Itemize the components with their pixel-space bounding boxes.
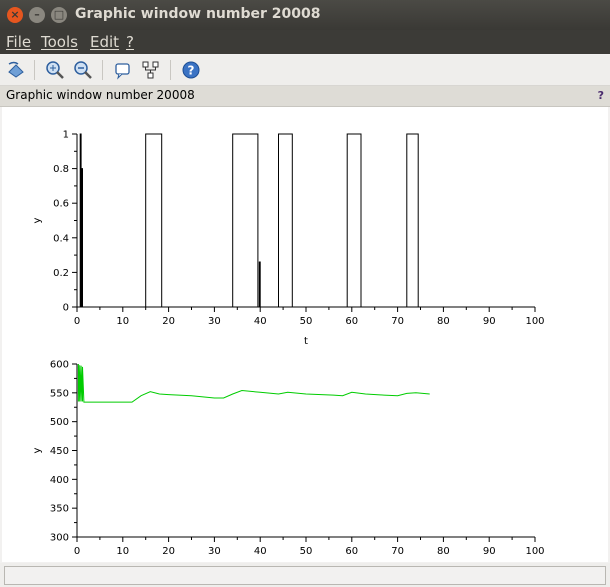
toolbar-separator (34, 60, 35, 80)
y-tick-label: 350 (50, 504, 69, 515)
x-tick-label: 90 (483, 316, 496, 327)
y-tick-label: 0 (63, 303, 69, 314)
help-icon[interactable]: ? (181, 60, 201, 80)
x-tick-label: 70 (391, 316, 404, 327)
menu-edit[interactable]: Edit (90, 33, 119, 51)
y-tick-label: 500 (50, 417, 69, 428)
menu-file[interactable]: File (6, 33, 31, 51)
x-tick-label: 20 (162, 546, 175, 557)
status-field (4, 566, 606, 585)
x-tick-label: 50 (300, 546, 313, 557)
x-tick-label: 60 (345, 316, 358, 327)
x-axis-label: t (304, 336, 308, 347)
x-tick-label: 40 (254, 546, 267, 557)
menu-tools[interactable]: Tools (41, 33, 78, 51)
x-tick-label: 80 (437, 546, 450, 557)
svg-text:?: ? (188, 64, 195, 78)
y-tick-label: 1 (63, 130, 69, 141)
zoom-out-icon[interactable] (73, 60, 93, 80)
y-tick-label: 0.8 (53, 164, 69, 175)
x-tick-label: 70 (391, 546, 404, 557)
x-tick-label: 30 (208, 316, 221, 327)
toolbar-separator (102, 60, 103, 80)
title-bar: × – □ Graphic window number 20008 (0, 0, 610, 30)
plots-svg: 0 10 20 30 40 50 60 70 80 90 10000.20.40.60.81ty 0… (32, 130, 545, 558)
status-bar (0, 563, 610, 587)
x-tick-label: 10 (116, 546, 129, 557)
figure-info-text: Graphic window number 20008 (6, 88, 195, 102)
y-tick-label: 300 (50, 533, 69, 544)
y-tick-label: 450 (50, 446, 69, 457)
y-tick-label: 550 (50, 388, 69, 399)
menu-bar: File Tools Edit ? (0, 30, 610, 54)
x-tick-label: 0 (74, 546, 80, 557)
x-tick-label: 30 (208, 546, 221, 557)
x-tick-label: 0 (74, 316, 80, 327)
x-tick-label: 100 (525, 546, 544, 557)
series-line (77, 133, 535, 308)
x-tick-label: 20 (162, 316, 175, 327)
rotate-icon[interactable] (6, 60, 26, 80)
toolbar-separator (170, 60, 171, 80)
toolbar: ? (0, 55, 610, 86)
series-line (77, 363, 430, 403)
figure-info-bar: Graphic window number 20008 ? (0, 86, 610, 107)
x-tick-label: 90 (483, 546, 496, 557)
editor-icon[interactable] (141, 60, 161, 80)
datatip-icon[interactable] (113, 60, 133, 80)
y-tick-label: 400 (50, 475, 69, 486)
y-tick-label: 0.6 (53, 199, 69, 210)
bottom-axes: 0 10 20 30 40 50 60 70 80 90 100 300 350 400 450 500 550… (32, 360, 545, 558)
x-tick-label: 60 (345, 546, 358, 557)
y-tick-label: 600 (50, 360, 69, 371)
y-axis-label: y (32, 217, 43, 223)
close-window-button[interactable]: × (7, 7, 23, 23)
x-tick-label: 100 (525, 316, 544, 327)
minimize-window-button[interactable]: – (29, 7, 45, 23)
menu-help[interactable]: ? (126, 33, 134, 51)
zoom-in-icon[interactable] (45, 60, 65, 80)
graphic-canvas: 0 10 20 30 40 50 60 70 80 90 100 0 0.2 0.4 0.6 0.8 1 t y 0… (2, 107, 608, 562)
y-axis-label: y (32, 447, 43, 453)
x-tick-label: 50 (300, 316, 313, 327)
y-tick-label: 0.4 (53, 233, 69, 244)
maximize-window-button[interactable]: □ (51, 7, 67, 23)
x-tick-label: 40 (254, 316, 267, 327)
window-title: Graphic window number 20008 (75, 6, 321, 22)
y-tick-label: 0.2 (53, 268, 69, 279)
x-tick-label: 10 (116, 316, 129, 327)
x-tick-label: 80 (437, 316, 450, 327)
info-help-icon[interactable]: ? (598, 89, 604, 102)
top-axes: 0 10 20 30 40 50 60 70 80 90 100 0 0.2 0.4 0.6 0.8 1 t y (32, 130, 545, 348)
